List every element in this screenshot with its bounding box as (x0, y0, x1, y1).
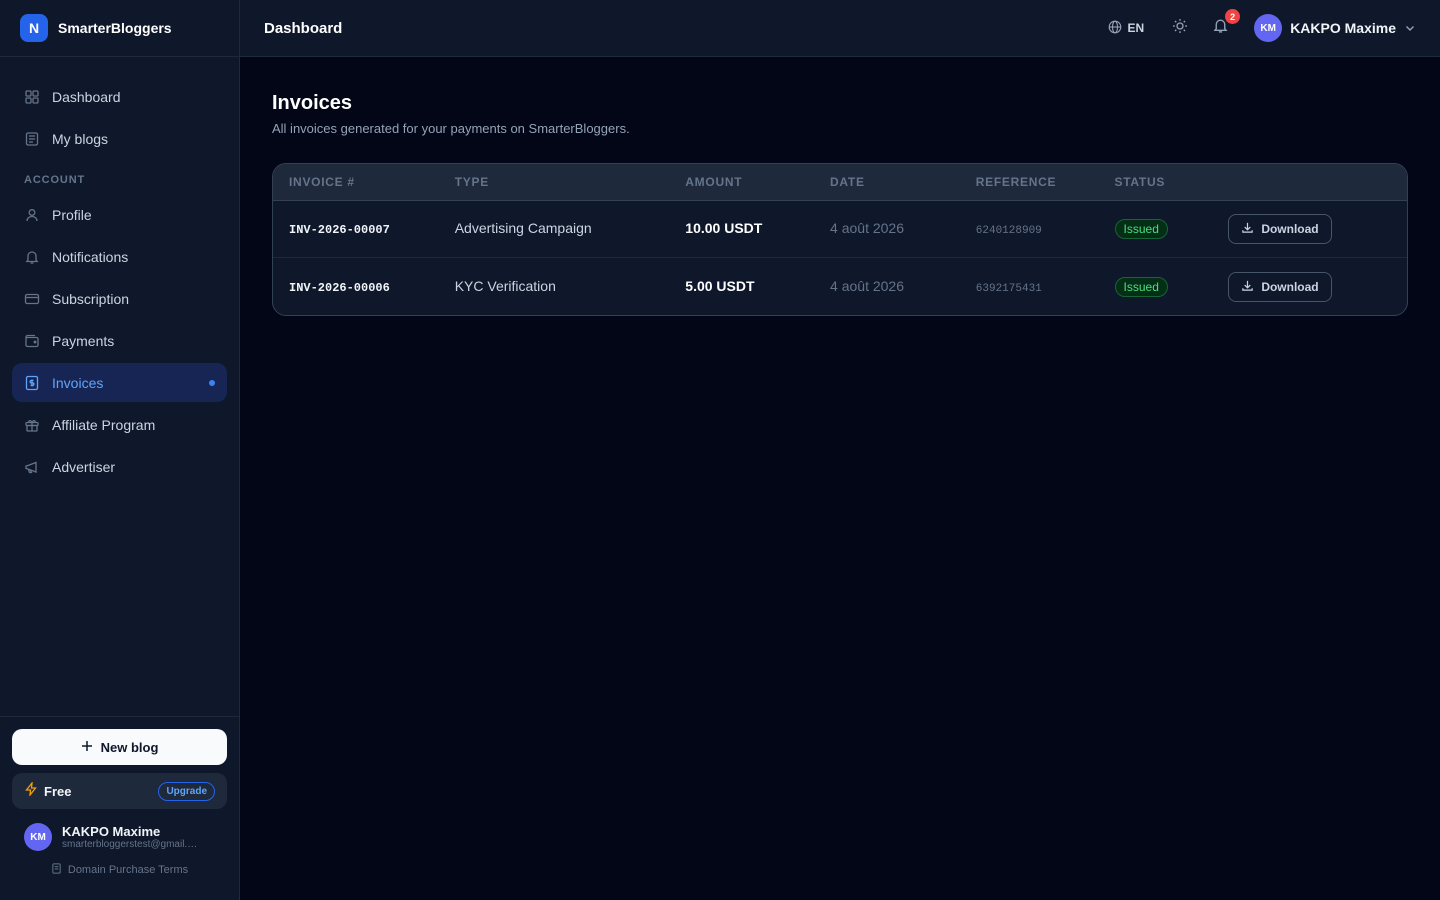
sidebar-item-subscription[interactable]: Subscription (12, 279, 227, 318)
table-row: INV-2026-00007 Advertising Campaign 10.0… (273, 201, 1407, 258)
page-subtitle: All invoices generated for your payments… (272, 121, 630, 136)
globe-icon (1108, 20, 1122, 37)
invoice-type: KYC Verification (454, 277, 556, 294)
lightning-icon (24, 780, 38, 801)
document-icon (51, 863, 62, 877)
sidebar-item-payments[interactable]: Payments (12, 321, 227, 360)
sidebar-item-label: Invoices (52, 374, 104, 391)
sidebar-item-label: Payments (52, 332, 115, 349)
sidebar-item-label: Profile (52, 206, 92, 223)
sidebar-item-dashboard[interactable]: Dashboard (12, 77, 227, 116)
user-icon (24, 207, 40, 223)
plan-card: Free Upgrade (12, 773, 227, 809)
invoice-number: INV-2026-00006 (289, 280, 390, 295)
status-badge: Issued (1114, 219, 1168, 239)
sidebar-item-notifications[interactable]: Notifications (12, 237, 227, 276)
active-indicator (209, 379, 215, 386)
user-email: smarterbloggerstest@gmail.com (62, 839, 202, 850)
domain-terms-label: Domain Purchase Terms (67, 864, 189, 876)
column-header-invoice: INVOICE # (289, 175, 355, 189)
sidebar-user[interactable]: KM KAKPO Maxime smarterbloggerstest@gmai… (12, 823, 227, 851)
sidebar-item-affiliate-program[interactable]: Affiliate Program (12, 405, 227, 444)
sidebar-item-my-blogs[interactable]: My blogs (12, 119, 227, 158)
invoice-amount: 5.00 USDT (685, 277, 755, 294)
download-icon (1241, 279, 1254, 295)
column-header-date: DATE (830, 175, 865, 189)
notifications-button[interactable]: 2 (1210, 9, 1241, 38)
download-label: Download (1261, 222, 1319, 236)
header-title: Dashboard (264, 19, 343, 37)
domain-terms-link[interactable]: Domain Purchase Terms (12, 863, 227, 877)
brand-logo: N (20, 14, 48, 42)
invoice-date: 4 août 2026 (830, 277, 904, 294)
upgrade-button[interactable]: Upgrade (158, 781, 215, 801)
sidebar-item-label: Dashboard (52, 88, 121, 105)
table-header: INVOICE # TYPE AMOUNT DATE REFERENCE STA… (273, 164, 1407, 201)
sidebar-item-label: Notifications (52, 248, 129, 265)
new-blog-label: New blog (100, 739, 159, 755)
user-name: KAKPO Maxime (1290, 20, 1396, 36)
megaphone-icon (24, 459, 40, 475)
status-badge: Issued (1114, 276, 1168, 297)
receipt-icon (24, 375, 40, 391)
wallet-icon (24, 333, 40, 349)
avatar: KM (1254, 14, 1283, 42)
invoice-amount: 10.00 USDT (685, 220, 763, 236)
download-label: Download (1261, 279, 1319, 294)
invoice-number: INV-2026-00007 (289, 223, 390, 237)
new-blog-button[interactable]: New blog (12, 729, 227, 765)
invoices-table: INVOICE # TYPE AMOUNT DATE REFERENCE STA… (272, 163, 1408, 316)
brand-name: SmarterBloggers (58, 20, 172, 36)
sidebar: N SmarterBloggers Dashboard My blogs ACC… (0, 0, 240, 900)
top-bar: Dashboard EN 2 KM KAKPO Maxime (240, 0, 1440, 57)
sidebar-item-label: My blogs (52, 130, 109, 147)
download-button[interactable]: Download (1228, 271, 1332, 302)
brand[interactable]: N SmarterBloggers (0, 0, 239, 57)
sidebar-item-profile[interactable]: Profile (12, 195, 227, 234)
sidebar-item-invoices[interactable]: Invoices (12, 363, 227, 402)
chevron-down-icon (1404, 22, 1416, 34)
column-header-type: TYPE (454, 175, 489, 189)
main-content: Invoices All invoices generated for your… (272, 57, 1408, 316)
sidebar-item-advertiser[interactable]: Advertiser (12, 447, 227, 486)
newspaper-icon (24, 131, 40, 147)
column-header-reference: REFERENCE (975, 175, 1057, 189)
theme-toggle[interactable] (1170, 18, 1190, 38)
sidebar-nav: Dashboard My blogs ACCOUNT Profile Notif… (0, 57, 239, 486)
sidebar-section-account: ACCOUNT (24, 174, 86, 186)
download-button[interactable]: Download (1228, 214, 1332, 244)
sidebar-item-label: Advertiser (52, 458, 116, 475)
column-header-status: STATUS (1114, 175, 1166, 189)
language-selector[interactable]: EN (1108, 20, 1145, 37)
avatar: KM (24, 823, 52, 851)
gift-icon (24, 417, 40, 433)
sidebar-item-label: Subscription (52, 290, 130, 307)
credit-card-icon (24, 291, 40, 307)
invoice-reference: 6240128909 (975, 225, 1042, 237)
sidebar-footer: New blog Free Upgrade KM KAKPO Maxime sm… (0, 716, 239, 900)
language-label: EN (1127, 21, 1145, 35)
plan-name: Free (44, 783, 72, 799)
column-header-amount: AMOUNT (685, 175, 743, 189)
invoice-type: Advertising Campaign (454, 220, 592, 236)
invoice-date: 4 août 2026 (830, 220, 904, 236)
invoice-reference: 6392175431 (975, 282, 1042, 295)
notification-badge: 2 (1225, 9, 1241, 24)
plus-icon (81, 740, 93, 755)
sun-icon (1172, 18, 1188, 39)
grid-icon (24, 89, 40, 105)
bell-icon (24, 249, 40, 265)
sidebar-item-label: Affiliate Program (52, 416, 156, 433)
user-name: KAKPO Maxime (62, 824, 161, 839)
download-icon (1241, 221, 1254, 237)
page-title: Invoices (272, 92, 353, 114)
table-row: INV-2026-00006 KYC Verification 5.00 USD… (273, 258, 1407, 315)
user-menu[interactable]: KM KAKPO Maxime (1254, 14, 1416, 42)
